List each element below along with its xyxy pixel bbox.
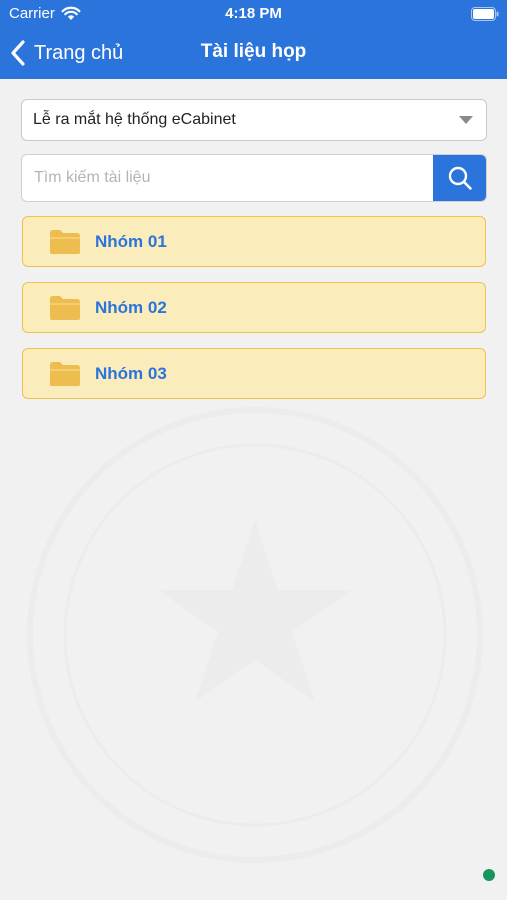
search-bar — [21, 154, 487, 202]
search-input[interactable] — [22, 155, 434, 201]
folder-icon — [50, 361, 80, 386]
caret-down-icon — [459, 116, 473, 124]
search-button[interactable] — [433, 155, 486, 201]
connection-status-dot — [483, 869, 495, 881]
folder-item[interactable]: Nhóm 03 — [22, 348, 486, 399]
folder-icon — [50, 229, 80, 254]
page-title: Tài liệu họp — [200, 41, 307, 62]
folder-icon — [50, 295, 80, 320]
folder-label: Nhóm 01 — [95, 231, 167, 251]
clock: 4:18 PM — [225, 5, 282, 22]
meeting-selector[interactable]: Lễ ra mắt hệ thống eCabinet — [21, 99, 487, 141]
battery-icon — [471, 7, 499, 21]
emblem-watermark — [27, 407, 483, 863]
header: Carrier 4:18 PM Trang chủ Tài liệu họp — [0, 0, 507, 79]
status-bar: Carrier 4:18 PM — [0, 0, 507, 28]
navigation-bar: Trang chủ Tài liệu họp — [0, 28, 507, 79]
meeting-selector-value: Lễ ra mắt hệ thống eCabinet — [33, 111, 236, 128]
folder-item[interactable]: Nhóm 01 — [22, 216, 486, 267]
folder-item[interactable]: Nhóm 02 — [22, 282, 486, 333]
folder-label: Nhóm 02 — [95, 297, 167, 317]
search-icon — [448, 166, 472, 190]
folder-label: Nhóm 03 — [95, 363, 167, 383]
